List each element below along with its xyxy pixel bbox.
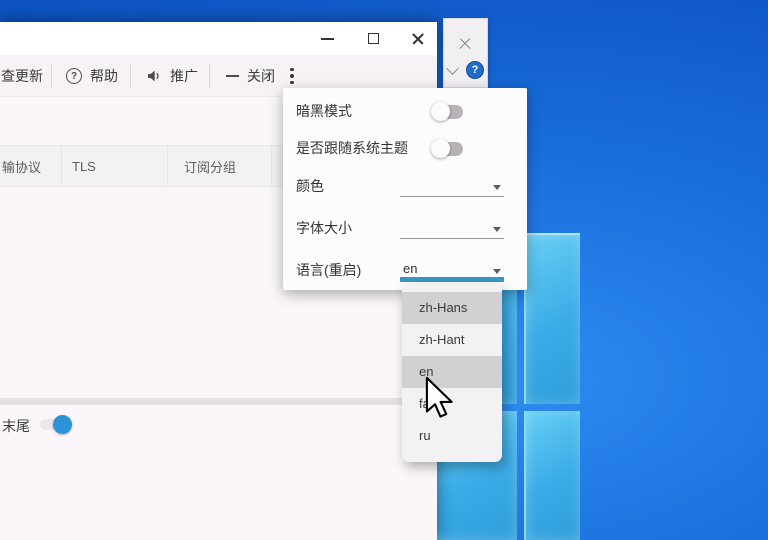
- settings-menu: 暗黑模式 是否跟随系统主题 颜色 字体大小 语言(重启) en: [283, 88, 527, 290]
- help-badge-icon[interactable]: ?: [466, 61, 484, 79]
- language-option-fa-ir[interactable]: fa-Ir: [402, 388, 502, 420]
- tail-toggle[interactable]: [40, 419, 70, 430]
- tail-label: 末尾: [2, 416, 30, 436]
- close-icon: [411, 32, 425, 46]
- font-size-label: 字体大小: [296, 218, 352, 238]
- language-option-zh-hant[interactable]: zh-Hant: [402, 324, 502, 356]
- help-circle-icon: ?: [66, 68, 82, 84]
- close-button[interactable]: [405, 28, 431, 49]
- chevron-down-icon[interactable]: [446, 62, 459, 75]
- grid-splitter[interactable]: [0, 398, 437, 405]
- close-app-button[interactable]: 关闭: [226, 55, 275, 97]
- toolbar-separator: [51, 64, 52, 88]
- dark-mode-toggle[interactable]: [432, 105, 463, 119]
- minus-icon: [226, 75, 239, 77]
- kebab-menu-icon: [290, 68, 294, 85]
- screen: 查更新 ? 帮助 推广 关闭: [0, 0, 768, 540]
- maximize-icon: [368, 33, 379, 44]
- check-update-button[interactable]: 查更新: [1, 55, 43, 97]
- close-app-label: 关闭: [247, 66, 275, 86]
- help-button[interactable]: ? 帮助: [66, 55, 118, 97]
- toolbar-separator: [209, 64, 210, 88]
- follow-system-theme-label: 是否跟随系统主题: [296, 138, 408, 158]
- floating-panel: ?: [443, 18, 488, 88]
- footer-row: 末尾: [0, 412, 437, 452]
- color-select[interactable]: [400, 196, 504, 197]
- language-label: 语言(重启): [296, 260, 361, 280]
- toolbar-separator: [130, 64, 131, 88]
- minimize-button[interactable]: [314, 28, 340, 49]
- follow-system-theme-toggle-knob: [431, 139, 450, 158]
- chevron-down-icon: [493, 185, 501, 190]
- dark-mode-label: 暗黑模式: [296, 101, 352, 121]
- help-label: 帮助: [90, 66, 118, 86]
- chevron-down-icon: [493, 269, 501, 274]
- dark-mode-toggle-knob: [431, 102, 450, 121]
- language-option-ru[interactable]: ru: [402, 420, 502, 452]
- column-header-tls[interactable]: TLS: [62, 146, 168, 186]
- maximize-button[interactable]: [360, 28, 386, 49]
- language-option-zh-hans[interactable]: zh-Hans: [402, 292, 502, 324]
- speaker-icon: [146, 68, 162, 84]
- language-dropdown-list: zh-Hans zh-Hant en fa-Ir ru: [402, 284, 502, 462]
- promote-label: 推广: [170, 66, 198, 86]
- chevron-down-icon: [493, 227, 501, 232]
- follow-system-theme-toggle[interactable]: [432, 142, 463, 156]
- check-update-label: 查更新: [1, 66, 43, 86]
- promote-button[interactable]: 推广: [146, 55, 198, 97]
- color-label: 颜色: [296, 176, 324, 196]
- language-option-en[interactable]: en: [402, 356, 502, 388]
- close-icon[interactable]: [457, 36, 473, 52]
- tail-toggle-knob: [53, 415, 72, 434]
- column-header-protocol[interactable]: 输协议: [0, 146, 62, 186]
- language-value: en: [403, 261, 417, 276]
- titlebar: [0, 22, 437, 55]
- column-header-subscription-group[interactable]: 订阅分组: [168, 146, 272, 186]
- windows-logo-pane-bottom-right: [524, 411, 580, 540]
- windows-logo-pane-top-right: [524, 233, 580, 404]
- minimize-icon: [321, 38, 334, 40]
- language-select[interactable]: [400, 277, 504, 282]
- font-size-select[interactable]: [400, 238, 504, 239]
